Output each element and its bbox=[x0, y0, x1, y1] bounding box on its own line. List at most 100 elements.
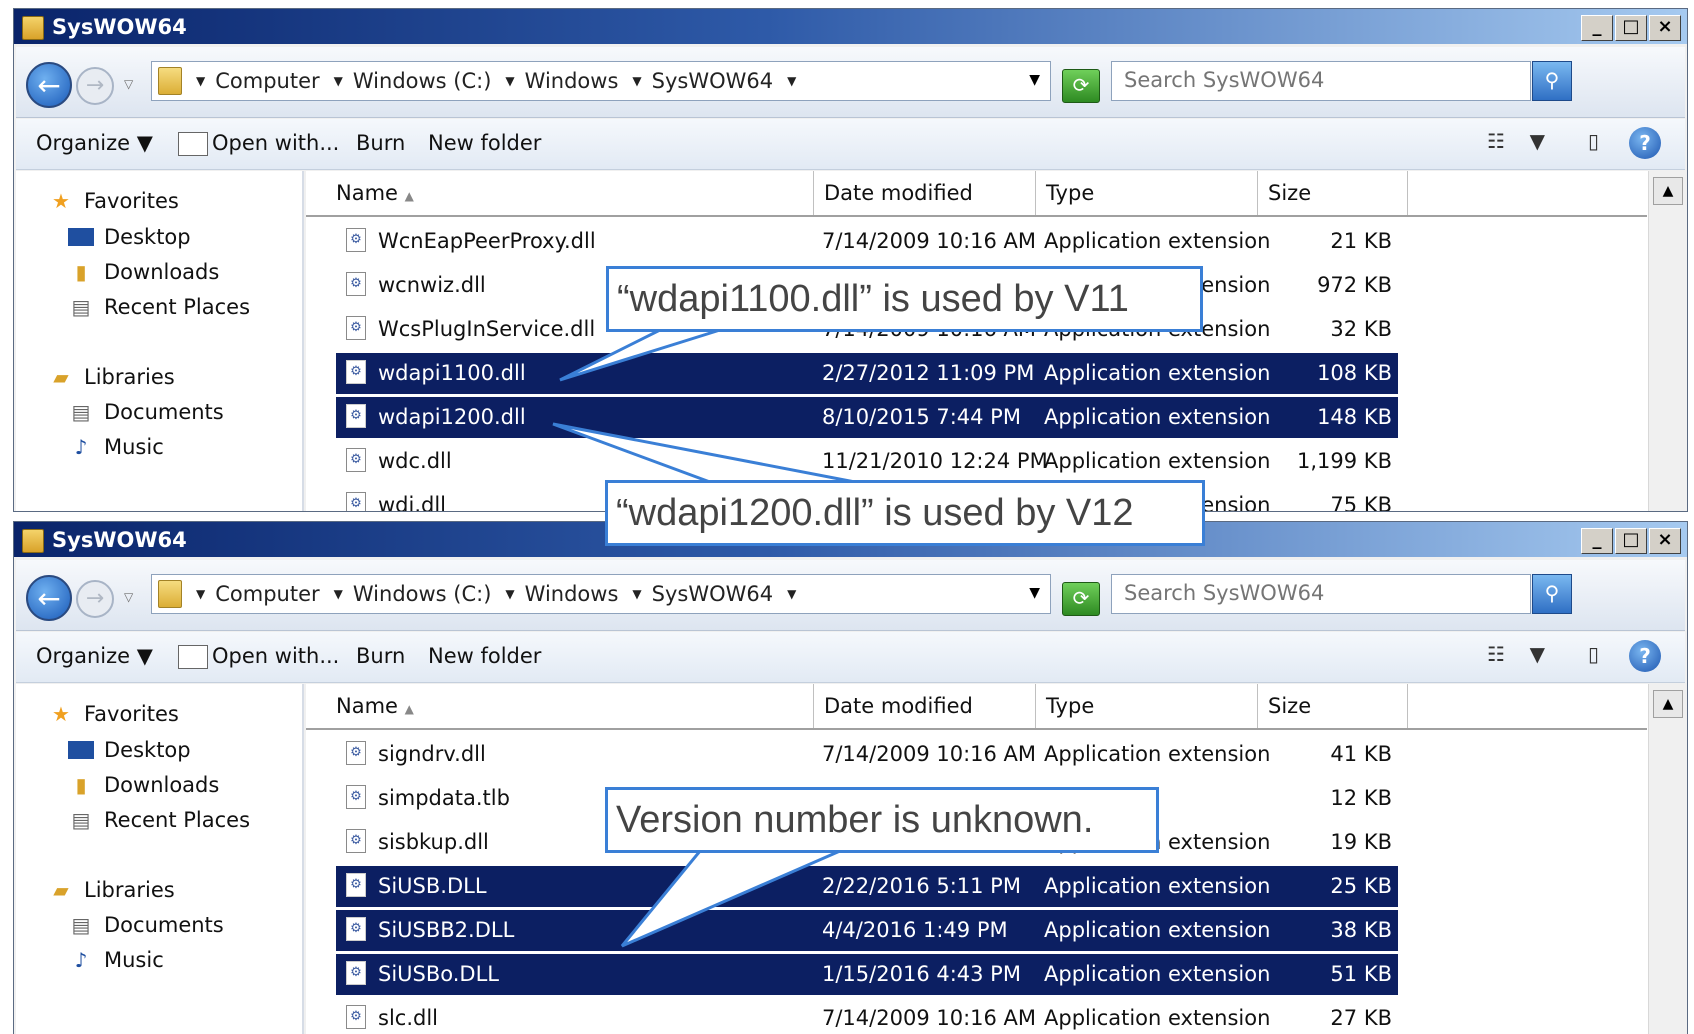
search-box[interactable] bbox=[1111, 574, 1531, 614]
downloads-icon: ▮ bbox=[75, 260, 87, 284]
history-dropdown-icon[interactable]: ▽ bbox=[124, 77, 133, 91]
column-name[interactable]: Name ▲ bbox=[306, 171, 814, 215]
nav-documents[interactable]: ▤ Documents bbox=[68, 400, 224, 424]
nav-documents[interactable]: ▤ Documents bbox=[68, 913, 224, 937]
breadcrumb-arrow-icon[interactable]: ▼ bbox=[787, 587, 796, 601]
file-row[interactable]: ⚙ slc.dll 7/14/2009 10:16 AM Application ex… bbox=[336, 998, 1398, 1034]
nav-recent-places[interactable]: ▤ Recent Places bbox=[68, 295, 250, 319]
column-type[interactable]: Type bbox=[1036, 171, 1258, 215]
burn-button[interactable]: Burn bbox=[356, 644, 405, 668]
forward-arrow-icon[interactable]: → bbox=[76, 67, 114, 105]
view-options-icon[interactable]: ☷ bbox=[1487, 129, 1505, 153]
nav-favorites[interactable]: ★ Favorites bbox=[48, 189, 179, 213]
view-dropdown-icon[interactable]: ▼ bbox=[1530, 129, 1545, 153]
new-folder-button[interactable]: New folder bbox=[428, 644, 541, 668]
search-input[interactable] bbox=[1112, 62, 1526, 98]
title-bar[interactable]: SysWOW64 _ □ × bbox=[14, 9, 1687, 44]
file-row[interactable]: ⚙ signdrv.dll 7/14/2009 10:16 AM Applicatio… bbox=[336, 734, 1398, 775]
breadcrumb-arrow-icon[interactable]: ▼ bbox=[334, 587, 343, 601]
history-dropdown-icon[interactable]: ▽ bbox=[124, 590, 133, 604]
file-row[interactable]: ⚙ SiUSB.DLL 2/22/2016 5:11 PM Application e… bbox=[336, 866, 1398, 907]
search-box[interactable] bbox=[1111, 61, 1531, 101]
back-arrow-icon[interactable]: ← bbox=[26, 575, 72, 621]
close-button[interactable]: × bbox=[1649, 15, 1681, 41]
preview-pane-icon[interactable]: ▯ bbox=[1588, 642, 1599, 666]
search-input[interactable] bbox=[1112, 575, 1526, 611]
file-row[interactable]: ⚙ wdc.dll 11/21/2010 12:24 PM Application e… bbox=[336, 441, 1398, 482]
breadcrumb-windows[interactable]: Windows bbox=[525, 69, 619, 93]
organize-button[interactable]: Organize ▼ bbox=[36, 644, 153, 668]
refresh-icon[interactable]: ⟳ bbox=[1062, 69, 1100, 103]
address-dropdown-icon[interactable]: ▼ bbox=[1029, 585, 1040, 601]
minimize-button[interactable]: _ bbox=[1581, 15, 1613, 41]
vertical-scrollbar[interactable]: ▲ bbox=[1648, 171, 1687, 511]
breadcrumb[interactable]: ▼ Computer ▼ Windows (C:) ▼ Windows ▼ SysWOW… bbox=[151, 574, 1051, 614]
file-row[interactable]: ⚙ wdapi1200.dll 8/10/2015 7:44 PM Applicati… bbox=[336, 397, 1398, 438]
breadcrumb-drive[interactable]: Windows (C:) bbox=[353, 582, 492, 606]
column-type[interactable]: Type bbox=[1036, 684, 1258, 728]
breadcrumb-windows[interactable]: Windows bbox=[525, 582, 619, 606]
nav-recent-places[interactable]: ▤ Recent Places bbox=[68, 808, 250, 832]
maximize-button[interactable]: □ bbox=[1615, 528, 1647, 554]
preview-pane-icon[interactable]: ▯ bbox=[1588, 129, 1599, 153]
nav-favorites[interactable]: ★ Favorites bbox=[48, 702, 179, 726]
nav-downloads[interactable]: ▮ Downloads bbox=[68, 260, 219, 284]
search-icon[interactable]: ⚲ bbox=[1532, 574, 1572, 614]
view-dropdown-icon[interactable]: ▼ bbox=[1530, 642, 1545, 666]
close-button[interactable]: × bbox=[1649, 528, 1681, 554]
column-date[interactable]: Date modified bbox=[814, 684, 1036, 728]
nav-libraries[interactable]: ▰ Libraries bbox=[48, 878, 174, 902]
breadcrumb-arrow-icon[interactable]: ▼ bbox=[334, 74, 343, 88]
column-size[interactable]: Size bbox=[1258, 171, 1408, 215]
scroll-up-icon[interactable]: ▲ bbox=[1653, 690, 1683, 718]
maximize-button[interactable]: □ bbox=[1615, 15, 1647, 41]
file-type: Application extension bbox=[1044, 229, 1271, 253]
breadcrumb-arrow-icon[interactable]: ▼ bbox=[196, 74, 205, 88]
nav-downloads[interactable]: ▮ Downloads bbox=[68, 773, 219, 797]
address-dropdown-icon[interactable]: ▼ bbox=[1029, 72, 1040, 88]
view-options-icon[interactable]: ☷ bbox=[1487, 642, 1505, 666]
breadcrumb-drive[interactable]: Windows (C:) bbox=[353, 69, 492, 93]
breadcrumb-syswow64[interactable]: SysWOW64 bbox=[652, 582, 773, 606]
refresh-icon[interactable]: ⟳ bbox=[1062, 582, 1100, 616]
organize-button[interactable]: Organize ▼ bbox=[36, 131, 153, 155]
burn-button[interactable]: Burn bbox=[356, 131, 405, 155]
breadcrumb-syswow64[interactable]: SysWOW64 bbox=[652, 69, 773, 93]
file-row[interactable]: ⚙ wdapi1100.dll 2/27/2012 11:09 PM Applicat… bbox=[336, 353, 1398, 394]
back-arrow-icon[interactable]: ← bbox=[26, 62, 72, 108]
nav-label: Music bbox=[104, 435, 164, 459]
vertical-scrollbar[interactable]: ▲ bbox=[1648, 684, 1687, 1034]
open-with-button[interactable]: Open with... bbox=[212, 131, 339, 155]
breadcrumb-arrow-icon[interactable]: ▼ bbox=[632, 74, 641, 88]
breadcrumb-arrow-icon[interactable]: ▼ bbox=[505, 74, 514, 88]
nav-music[interactable]: ♪ Music bbox=[68, 435, 164, 459]
breadcrumb-arrow-icon[interactable]: ▼ bbox=[632, 587, 641, 601]
help-icon[interactable]: ? bbox=[1629, 127, 1661, 159]
nav-label: Music bbox=[104, 948, 164, 972]
breadcrumb-arrow-icon[interactable]: ▼ bbox=[505, 587, 514, 601]
open-with-button[interactable]: Open with... bbox=[212, 644, 339, 668]
column-size[interactable]: Size bbox=[1258, 684, 1408, 728]
nav-desktop[interactable]: Desktop bbox=[68, 738, 191, 762]
breadcrumb-arrow-icon[interactable]: ▼ bbox=[196, 587, 205, 601]
breadcrumb-arrow-icon[interactable]: ▼ bbox=[787, 74, 796, 88]
breadcrumb[interactable]: ▼ Computer ▼ Windows (C:) ▼ Windows ▼ SysWOW… bbox=[151, 61, 1051, 101]
forward-arrow-icon[interactable]: → bbox=[76, 580, 114, 618]
column-name[interactable]: Name ▲ bbox=[306, 684, 814, 728]
search-icon[interactable]: ⚲ bbox=[1532, 61, 1572, 101]
nav-desktop[interactable]: Desktop bbox=[68, 225, 191, 249]
file-row[interactable]: ⚙ WcnEapPeerProxy.dll 7/14/2009 10:16 AM Ap… bbox=[336, 221, 1398, 262]
nav-music[interactable]: ♪ Music bbox=[68, 948, 164, 972]
file-name: wdapi1100.dll bbox=[378, 361, 526, 385]
scroll-up-icon[interactable]: ▲ bbox=[1653, 177, 1683, 205]
nav-libraries[interactable]: ▰ Libraries bbox=[48, 365, 174, 389]
column-date[interactable]: Date modified bbox=[814, 171, 1036, 215]
new-folder-button[interactable]: New folder bbox=[428, 131, 541, 155]
file-row[interactable]: ⚙ SiUSBo.DLL 1/15/2016 4:43 PM Application … bbox=[336, 954, 1398, 995]
breadcrumb-computer[interactable]: Computer bbox=[215, 69, 319, 93]
help-icon[interactable]: ? bbox=[1629, 640, 1661, 672]
column-name-label: Name bbox=[336, 181, 398, 205]
file-row[interactable]: ⚙ SiUSBB2.DLL 4/4/2016 1:49 PM Application … bbox=[336, 910, 1398, 951]
minimize-button[interactable]: _ bbox=[1581, 528, 1613, 554]
breadcrumb-computer[interactable]: Computer bbox=[215, 582, 319, 606]
